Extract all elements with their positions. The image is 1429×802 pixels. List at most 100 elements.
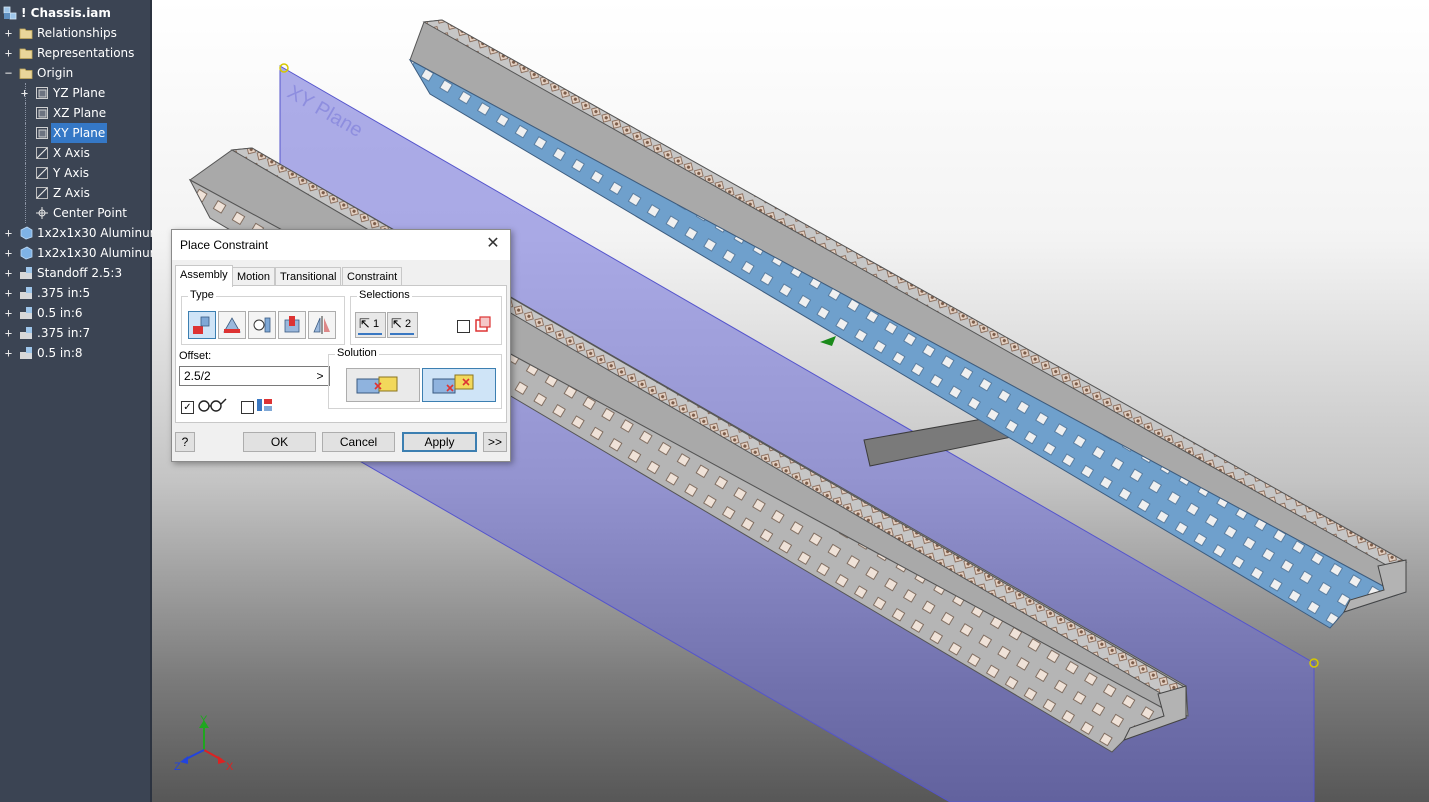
folder-open-icon xyxy=(19,68,33,79)
browser-node[interactable]: + YZ Plane xyxy=(0,83,148,103)
first-occurrence-checkbox[interactable] xyxy=(457,320,470,333)
expand-toggle-icon[interactable]: + xyxy=(4,223,13,243)
browser-node[interactable]: +1x2x1x30 Aluminum:1 xyxy=(0,223,173,243)
browser-node[interactable]: + .375 in:7 xyxy=(0,323,148,343)
expand-toggle-icon[interactable]: + xyxy=(4,43,13,63)
browser-node[interactable]: + Relationships xyxy=(0,23,148,43)
close-icon[interactable]: ✕ xyxy=(482,233,504,255)
tab-constraint-set[interactable]: Constraint Set xyxy=(342,267,403,301)
browser-node[interactable]: + .375 in:5 xyxy=(0,283,148,303)
mate-constraint-button[interactable] xyxy=(188,311,216,339)
more-button[interactable]: >> xyxy=(483,432,507,452)
browser-node[interactable]: XY Plane xyxy=(0,123,148,143)
representations-folder-icon xyxy=(19,48,33,59)
work-plane-icon xyxy=(36,107,48,119)
tree-guide-line xyxy=(25,143,27,163)
browser-node[interactable]: +0.5 in:6 xyxy=(0,303,148,323)
place-constraint-dialog: Place Constraint ✕ Assembly Motion Trans… xyxy=(171,229,511,462)
subassembly-icon xyxy=(20,287,32,299)
folder-icon xyxy=(19,28,33,39)
browser-root[interactable]: ! Chassis.iam xyxy=(0,3,148,23)
browser-node-label: 0.5 in:8 xyxy=(37,346,83,360)
browser-node[interactable]: XZ Plane xyxy=(0,103,148,123)
part-icon xyxy=(20,226,33,240)
browser-node[interactable]: + Representations xyxy=(0,43,148,63)
browser-node[interactable]: + Standoff 2.5:3 xyxy=(0,263,148,283)
tab-transitional[interactable]: Transitional xyxy=(275,267,342,286)
expand-toggle-icon[interactable]: + xyxy=(4,23,13,43)
insert-constraint-button[interactable] xyxy=(278,311,306,339)
expand-toggle-icon[interactable]: + xyxy=(4,243,13,263)
offset-input[interactable]: 2.5/2 xyxy=(179,366,312,386)
tangent-constraint-icon xyxy=(253,317,271,333)
cancel-button[interactable]: Cancel xyxy=(322,432,395,452)
part-icon xyxy=(20,246,33,260)
flush-solution-button[interactable] xyxy=(422,368,496,402)
angle-constraint-button[interactable] xyxy=(218,311,246,339)
selection-2-label: 2 xyxy=(405,318,412,330)
subassembly-icon xyxy=(20,327,32,339)
pointer-icon: ⇱ xyxy=(391,316,402,331)
work-axis-icon xyxy=(36,187,48,199)
tab-motion[interactable]: Motion xyxy=(232,267,276,286)
expand-toggle-icon[interactable]: + xyxy=(4,263,13,283)
expand-toggle-icon[interactable]: + xyxy=(4,283,13,303)
browser-node[interactable]: +0.5 in:8 xyxy=(0,343,148,363)
browser-node[interactable]: X Axis xyxy=(0,143,148,163)
browser-node-label: .375 in:7 xyxy=(37,326,91,340)
type-label: Type xyxy=(188,289,216,301)
triad-x-label: X xyxy=(226,761,234,773)
selection-1-label: 1 xyxy=(373,318,380,330)
mate-solution-icon xyxy=(356,376,398,394)
assembly-panel: Type Selections ⇱ 1 ⇱ 2 Offset: 2.5/2 > … xyxy=(175,285,507,423)
tree-guide-line xyxy=(25,123,27,143)
dialog-title: Place Constraint xyxy=(180,238,269,252)
work-plane-icon xyxy=(36,127,48,139)
mate-solution-button[interactable] xyxy=(346,368,420,402)
symmetry-constraint-button[interactable] xyxy=(308,311,336,339)
browser-node-label: XY Plane xyxy=(51,123,108,143)
browser-node-label: YZ Plane xyxy=(53,86,106,100)
browser-node-label: Y Axis xyxy=(53,166,90,180)
tangent-constraint-button[interactable] xyxy=(248,311,276,339)
expand-toggle-icon[interactable]: + xyxy=(4,323,13,343)
tab-assembly[interactable]: Assembly xyxy=(175,265,233,287)
subassembly-icon xyxy=(20,347,32,359)
subassembly-icon xyxy=(20,267,32,279)
assembly-icon xyxy=(3,6,17,20)
browser-node[interactable]: +1x2x1x30 Aluminum:2 xyxy=(0,243,173,263)
expand-toggle-icon[interactable]: + xyxy=(4,303,13,323)
offset-label: Offset: xyxy=(179,350,212,362)
browser-node[interactable]: Center Point xyxy=(0,203,148,223)
selection-2-button[interactable]: ⇱ 2 xyxy=(387,312,418,338)
ok-button[interactable]: OK xyxy=(243,432,316,452)
apply-button[interactable]: Apply xyxy=(402,432,477,452)
dialog-titlebar[interactable]: Place Constraint ✕ xyxy=(172,230,510,260)
view-triad[interactable]: Y X Z xyxy=(174,714,234,773)
tree-guide-line xyxy=(25,163,27,183)
work-axis-icon xyxy=(36,147,48,159)
glasses-icon xyxy=(198,398,227,412)
selections-group: Selections ⇱ 1 ⇱ 2 xyxy=(350,289,502,345)
type-group: Type xyxy=(181,289,345,345)
browser-node-label: Z Axis xyxy=(53,186,90,200)
browser-node-label: XZ Plane xyxy=(53,106,107,120)
browser-node[interactable]: − Origin xyxy=(0,63,148,83)
triad-z-label: Z xyxy=(174,761,181,773)
selection-1-button[interactable]: ⇱ 1 xyxy=(355,312,386,338)
expand-toggle-icon[interactable]: − xyxy=(4,63,13,83)
browser-node[interactable]: Y Axis xyxy=(0,163,148,183)
flush-solution-icon xyxy=(432,374,474,394)
predict-offset-checkbox[interactable] xyxy=(241,401,254,414)
browser-node-label: Origin xyxy=(37,66,74,80)
help-button[interactable]: ? xyxy=(175,432,195,452)
browser-node-label: Relationships xyxy=(37,26,117,40)
browser-node[interactable]: Z Axis xyxy=(0,183,148,203)
work-axis-icon xyxy=(36,167,48,179)
predict-offset-icon xyxy=(257,399,272,411)
show-preview-checkbox[interactable]: ✓ xyxy=(181,401,194,414)
tree-guide-line xyxy=(25,183,27,203)
pointer-icon: ⇱ xyxy=(359,316,370,331)
symmetry-constraint-icon xyxy=(313,316,330,334)
expand-toggle-icon[interactable]: + xyxy=(4,343,13,363)
